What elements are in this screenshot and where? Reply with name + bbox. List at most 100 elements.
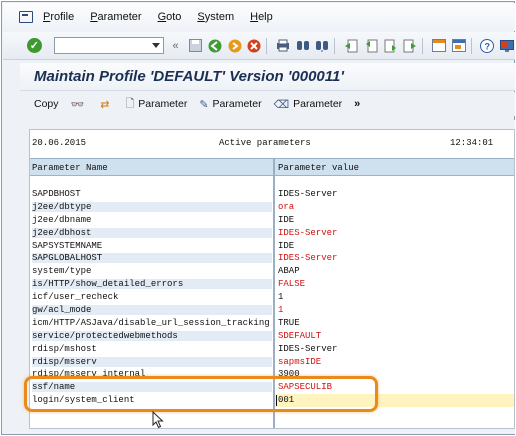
menu-help[interactable]: Help (250, 11, 273, 23)
parameter-value: 001 (278, 395, 295, 406)
parameter-name: rdisp/msserv (32, 356, 272, 367)
parameter-value: SAPSECULIB (278, 382, 333, 393)
parameter-value: 3900 (278, 369, 300, 380)
menu-goto[interactable]: Goto (158, 11, 182, 23)
previous-page-icon[interactable] (363, 38, 379, 54)
double-chevron-left-icon[interactable]: « (168, 38, 184, 54)
first-page-icon[interactable] (343, 38, 359, 54)
table-row[interactable]: SAPSYSTEMNAME IDE (30, 240, 514, 253)
table-row[interactable]: j2ee/dbtype ora (30, 201, 514, 214)
table-row[interactable]: icm/HTTP/ASJava/disable_url_session_trac… (30, 317, 514, 330)
find-next-icon[interactable] (315, 38, 331, 54)
table-row[interactable]: icf/user_recheck 1 (30, 291, 514, 304)
parameter-name: SAPGLOBALHOST (32, 253, 272, 264)
change-parameter-label: Parameter (212, 98, 262, 110)
exit-icon[interactable] (227, 38, 243, 54)
change-display-icon: ⇄ (100, 98, 110, 111)
table-row[interactable]: rdisp/msserv_internal 3900 (30, 368, 514, 381)
parameter-list: SAPDBHOST IDES-Server j2ee/dbtype ora j2ee/d… (30, 188, 514, 408)
parameter-name: is/HTTP/show_detailed_errors (32, 279, 272, 290)
change-parameter-button[interactable]: ✎ Parameter (199, 98, 261, 111)
content-area: 20.06.2015 Active parameters 12:34:01 Pa… (20, 120, 515, 434)
table-row[interactable]: login/system_client 001 (30, 394, 514, 408)
report-heading: Active parameters (219, 138, 311, 148)
text-caret (276, 395, 277, 407)
parameter-value: IDES-Server (278, 189, 338, 199)
application-toolbar: Copy 👓 ⇄ 🗋 Parameter ✎ Parameter ⌫ Paramete… (20, 92, 515, 116)
menu-profile[interactable]: Profile (43, 11, 74, 23)
parameter-name: service/protectedwebmethods (32, 330, 272, 341)
table-row[interactable]: service/protectedwebmethods SDEFAULT (30, 330, 514, 343)
create-parameter-label: Parameter (138, 98, 188, 110)
glasses-button[interactable]: 👓 (71, 98, 89, 111)
parameter-value-input[interactable]: 001 (275, 394, 514, 408)
sap-menu-icon[interactable] (19, 11, 33, 23)
help-icon[interactable]: ? (480, 38, 496, 54)
table-row[interactable]: ssf/name SAPSECULIB (30, 381, 514, 394)
parameter-name: SAPDBHOST (32, 189, 81, 199)
sap-window: Profile Parameter Goto System Help ✓ « ?… (1, 1, 515, 435)
enter-check-icon[interactable]: ✓ (27, 38, 42, 53)
find-icon[interactable] (295, 38, 311, 54)
parameter-name: j2ee/dbtype (32, 201, 272, 212)
document-icon: 🗋 (125, 97, 135, 110)
table-row[interactable]: gw/acl_mode 1 (30, 304, 514, 317)
parameter-value: IDES-Server (278, 227, 338, 238)
delete-parameter-button[interactable]: ⌫ Parameter (274, 98, 343, 111)
parameter-value: ora (278, 201, 295, 212)
new-session-icon[interactable] (431, 38, 447, 54)
layout-menu-icon[interactable] (499, 38, 515, 54)
glasses-icon: 👓 (70, 98, 85, 111)
pencil-icon: ✎ (199, 98, 209, 111)
parameter-name: j2ee/dbhost (32, 227, 272, 238)
menu-bar: Profile Parameter Goto System Help (3, 3, 515, 31)
report-header: 20.06.2015 Active parameters 12:34:01 (30, 138, 514, 152)
table-row[interactable]: rdisp/mshost IDES-Server (30, 343, 514, 356)
parameter-value: IDES-Server (278, 253, 338, 264)
last-page-icon[interactable] (402, 38, 418, 54)
parameter-value: IDES-Server (278, 343, 338, 354)
save-icon[interactable] (187, 38, 203, 54)
double-chevron-right-icon: » (354, 98, 361, 110)
copy-button[interactable]: Copy (34, 98, 59, 110)
table-row[interactable]: rdisp/msserv sapmsIDE (30, 356, 514, 369)
mouse-cursor-icon (152, 411, 164, 429)
report-date: 20.06.2015 (32, 138, 87, 148)
svg-text:?: ? (485, 41, 491, 51)
print-icon[interactable] (275, 38, 291, 54)
parameter-name: icm/HTTP/ASJava/disable_url_session_trac… (32, 317, 270, 328)
report-time: 12:34:01 (450, 138, 494, 148)
table-row[interactable]: system/type ABAP (30, 265, 514, 278)
eraser-icon: ⌫ (273, 98, 290, 111)
chevron-down-icon[interactable] (151, 43, 160, 48)
parameter-name: j2ee/dbname (32, 214, 92, 225)
table-row[interactable]: is/HTTP/show_detailed_errors FALSE (30, 278, 514, 291)
standard-toolbar: ✓ « ? (3, 32, 515, 60)
table-row[interactable]: SAPDBHOST IDES-Server (30, 188, 514, 201)
more-button[interactable]: » (354, 98, 364, 110)
command-field[interactable] (53, 37, 164, 54)
parameter-value: ABAP (278, 266, 300, 277)
change-display-button[interactable]: ⇄ (100, 98, 113, 111)
back-icon[interactable] (207, 38, 223, 54)
next-page-icon[interactable] (383, 38, 399, 54)
parameter-name: login/system_client (32, 395, 135, 406)
parameter-name: ssf/name (32, 382, 272, 393)
shortcut-icon[interactable] (451, 38, 467, 54)
toolbar-divider (470, 37, 472, 54)
table-row[interactable]: SAPGLOBALHOST IDES-Server (30, 252, 514, 265)
parameter-value: 1 (278, 292, 284, 303)
column-header-name: Parameter Name (32, 163, 108, 173)
table-row[interactable]: j2ee/dbname IDE (30, 214, 514, 227)
parameter-name: system/type (32, 266, 92, 277)
menu-system[interactable]: System (197, 11, 234, 23)
menu-parameter[interactable]: Parameter (90, 11, 141, 23)
page-title: Maintain Profile 'DEFAULT' Version '0000… (34, 68, 344, 85)
parameter-name: rdisp/msserv_internal (32, 369, 146, 380)
parameter-value: sapmsIDE (278, 356, 322, 367)
cancel-icon[interactable] (247, 38, 263, 54)
table-row[interactable]: j2ee/dbhost IDES-Server (30, 227, 514, 240)
parameter-value: IDE (278, 240, 295, 251)
toolbar-divider (422, 37, 424, 54)
create-parameter-button[interactable]: 🗋 Parameter (125, 95, 187, 114)
